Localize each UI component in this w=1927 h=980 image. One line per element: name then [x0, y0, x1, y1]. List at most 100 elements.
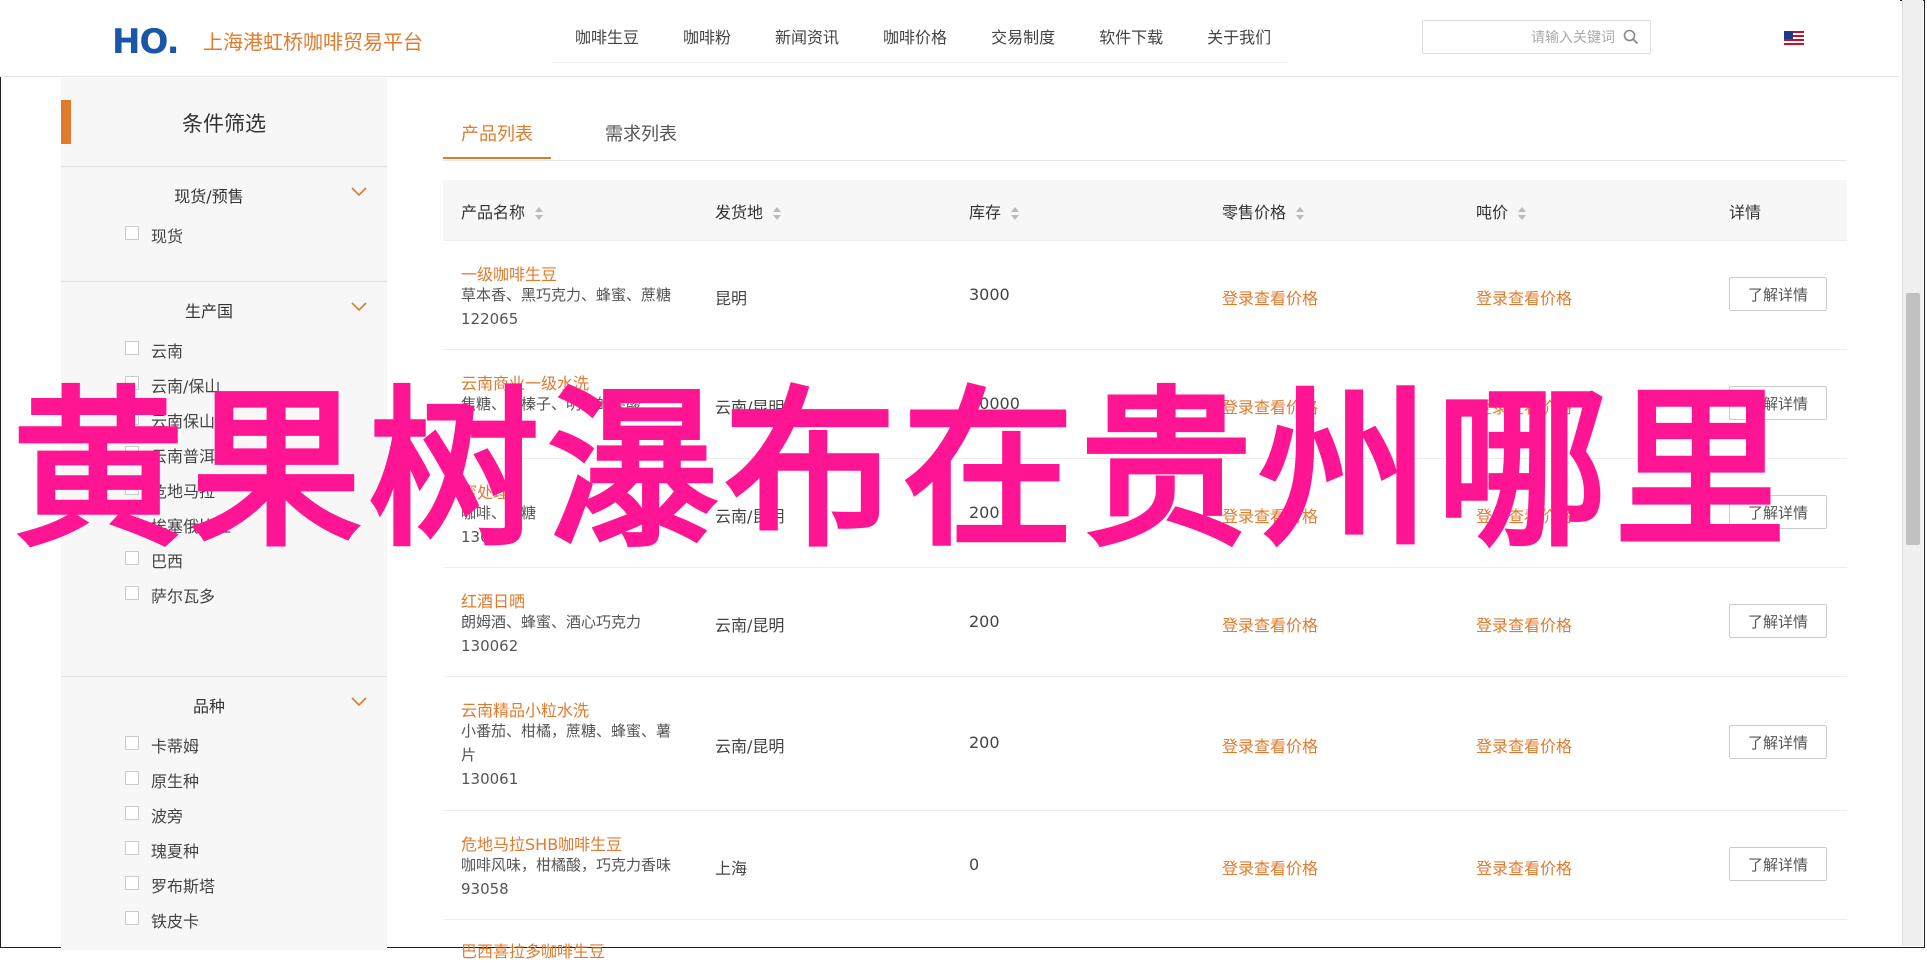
filter-option-label: 罗布斯塔 — [151, 877, 216, 896]
checkbox[interactable] — [125, 841, 139, 855]
site-logo[interactable]: HO. — [112, 22, 180, 62]
product-description: 小番茄、柑橘，蔗糖、蜂蜜、薯片 — [461, 722, 672, 764]
filter-option-label: 瑰夏种 — [151, 842, 200, 861]
checkbox[interactable] — [125, 806, 139, 820]
retail-price-login-link[interactable]: 登录查看价格 — [1222, 855, 1318, 879]
filter-option[interactable]: 罗布斯塔 — [61, 867, 387, 902]
checkbox[interactable] — [125, 876, 139, 890]
product-name-link[interactable]: 危地马拉SHB咖啡生豆 — [461, 831, 622, 855]
sort-icon[interactable] — [535, 206, 544, 221]
filter-option[interactable]: 卡蒂姆 — [61, 727, 387, 762]
nav-item-about[interactable]: 关于我们 — [1185, 14, 1293, 62]
details-button[interactable]: 了解详情 — [1729, 725, 1827, 759]
filter-option[interactable]: 原生种 — [61, 762, 387, 797]
ton-price-login-link[interactable]: 登录查看价格 — [1476, 612, 1572, 636]
sort-icon[interactable] — [773, 206, 782, 221]
product-description: 咖啡风味，柑橘酸，巧克力香味 — [461, 856, 672, 874]
origin-cell: 昆明 — [715, 289, 748, 308]
us-flag-icon[interactable] — [1784, 31, 1804, 45]
column-header-ton-price[interactable]: 吨价 — [1476, 199, 1527, 223]
stock-cell: 3000 — [969, 285, 1010, 304]
chevron-down-icon[interactable] — [351, 187, 367, 197]
filter-title-text: 条件筛选 — [182, 112, 266, 136]
active-tab-indicator — [443, 157, 551, 159]
stock-cell: 0 — [969, 855, 980, 874]
ton-price-login-link[interactable]: 登录查看价格 — [1476, 285, 1572, 309]
sort-icon[interactable] — [1011, 206, 1020, 221]
product-name-link[interactable]: 红酒日晒 — [461, 588, 525, 612]
product-name-link[interactable]: 巴西喜拉多咖啡生豆 — [461, 938, 605, 962]
site-header: HO. 上海港虹桥咖啡贸易平台 咖啡生豆 咖啡粉 新闻资讯 咖啡价格 交易制度 … — [0, 0, 1900, 77]
filter-group-header[interactable]: 生产国 — [61, 282, 387, 332]
product-name-link[interactable]: 云南精品小粒水洗 — [461, 697, 589, 721]
table-row: 一级咖啡生豆 草本香、黑巧克力、蜂蜜、蔗糖 122065 昆明 3000 登录查… — [443, 241, 1847, 350]
retail-price-login-link[interactable]: 登录查看价格 — [1222, 733, 1318, 757]
filter-option[interactable]: 铁皮卡 — [61, 902, 387, 937]
filter-option[interactable]: 现货 — [61, 217, 387, 252]
column-header-name[interactable]: 产品名称 — [461, 199, 544, 223]
table-row: 红酒日晒 朗姆酒、蜂蜜、酒心巧克力 130062 云南/昆明 200 登录查看价… — [443, 568, 1847, 677]
stock-cell: 200 — [969, 612, 1000, 631]
nav-item-news[interactable]: 新闻资讯 — [753, 14, 861, 62]
filter-option[interactable]: 瑰夏种 — [61, 832, 387, 867]
table-row: 云南精品小粒水洗 小番茄、柑橘，蔗糖、蜂蜜、薯片 130061 云南/昆明 20… — [443, 677, 1847, 811]
checkbox[interactable] — [125, 911, 139, 925]
origin-cell: 云南/昆明 — [715, 737, 785, 756]
details-button[interactable]: 了解详情 — [1729, 847, 1827, 881]
origin-cell: 上海 — [715, 859, 748, 878]
checkbox[interactable] — [125, 226, 139, 240]
table-row: 巴西喜拉多咖啡生豆 — [443, 920, 1847, 980]
column-header-retail-price[interactable]: 零售价格 — [1222, 199, 1305, 223]
retail-price-login-link[interactable]: 登录查看价格 — [1222, 285, 1318, 309]
sort-icon[interactable] — [1296, 206, 1305, 221]
filter-title: 条件筛选 — [61, 100, 387, 144]
details-button[interactable]: 了解详情 — [1729, 604, 1827, 638]
filter-group-availability: 现货/预售 现货 — [61, 166, 387, 252]
filter-option-label: 现货 — [151, 227, 184, 246]
column-header-details: 详情 — [1729, 203, 1762, 222]
sort-icon[interactable] — [1518, 206, 1527, 221]
filter-group-name: 生产国 — [184, 302, 233, 321]
ton-price-login-link[interactable]: 登录查看价格 — [1476, 855, 1572, 879]
product-table: 产品名称 发货地 库存 零售价格 吨价 详情 一级咖啡生豆 草本香、黑巧克力、蜂… — [443, 180, 1847, 980]
nav-item-coffee-powder[interactable]: 咖啡粉 — [661, 14, 753, 62]
nav-item-green-beans[interactable]: 咖啡生豆 — [553, 14, 661, 62]
list-tabs: 产品列表 需求列表 — [443, 102, 1847, 161]
search-icon[interactable] — [1622, 28, 1640, 46]
brand-name[interactable]: 上海港虹桥咖啡贸易平台 — [203, 26, 423, 55]
tab-product-list[interactable]: 产品列表 — [461, 120, 533, 146]
column-header-stock[interactable]: 库存 — [969, 199, 1020, 223]
ton-price-login-link[interactable]: 登录查看价格 — [1476, 733, 1572, 757]
filter-option[interactable]: 云南 — [61, 332, 387, 367]
filter-option-label: 波旁 — [151, 807, 184, 826]
filter-option[interactable]: 波旁 — [61, 797, 387, 832]
tab-demand-list[interactable]: 需求列表 — [605, 120, 677, 146]
stock-cell: 200 — [969, 733, 1000, 752]
filter-group-name: 现货/预售 — [174, 187, 244, 206]
checkbox[interactable] — [125, 586, 139, 600]
product-code: 130062 — [461, 637, 519, 655]
product-code: 93058 — [461, 880, 509, 898]
checkbox[interactable] — [125, 771, 139, 785]
checkbox[interactable] — [125, 736, 139, 750]
search-input[interactable] — [1433, 25, 1617, 51]
column-header-origin[interactable]: 发货地 — [715, 199, 782, 223]
product-description: 草本香、黑巧克力、蜂蜜、蔗糖 — [461, 286, 672, 304]
filter-option[interactable]: 萨尔瓦多 — [61, 577, 387, 612]
nav-item-trade-rules[interactable]: 交易制度 — [969, 14, 1077, 62]
main-nav: 咖啡生豆 咖啡粉 新闻资讯 咖啡价格 交易制度 软件下载 关于我们 — [553, 14, 1287, 63]
details-button[interactable]: 了解详情 — [1729, 277, 1827, 311]
filter-group-variety: 品种 卡蒂姆 原生种 波旁 瑰夏种 罗布斯塔 铁皮卡 — [61, 676, 387, 937]
filter-option-label: 原生种 — [151, 772, 200, 791]
checkbox[interactable] — [125, 341, 139, 355]
filter-group-header[interactable]: 现货/预售 — [61, 167, 387, 217]
filter-group-header[interactable]: 品种 — [61, 677, 387, 727]
retail-price-login-link[interactable]: 登录查看价格 — [1222, 612, 1318, 636]
chevron-down-icon[interactable] — [351, 697, 367, 707]
nav-item-prices[interactable]: 咖啡价格 — [861, 14, 969, 62]
filter-option-label: 卡蒂姆 — [151, 737, 200, 756]
origin-cell: 云南/昆明 — [715, 616, 785, 635]
chevron-down-icon[interactable] — [351, 302, 367, 312]
product-name-link[interactable]: 一级咖啡生豆 — [461, 261, 557, 285]
nav-item-software[interactable]: 软件下载 — [1077, 14, 1185, 62]
